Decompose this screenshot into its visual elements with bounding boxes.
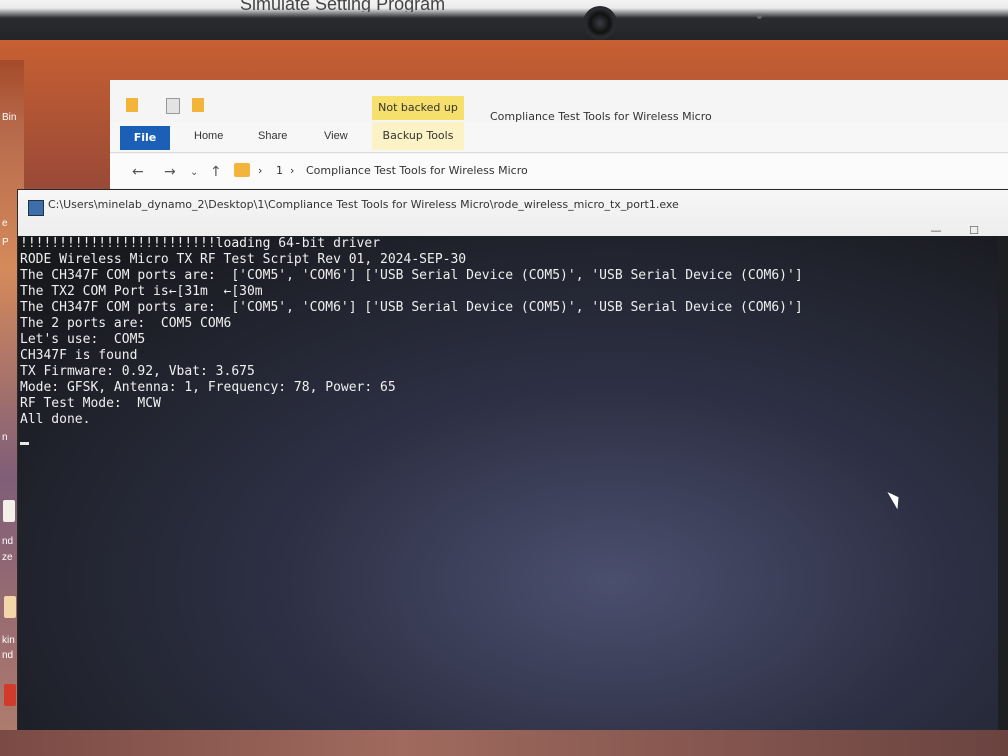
console-title-path: C:\Users\minelab_dynamo_2\Desktop\1\Comp… xyxy=(48,198,679,211)
folder-icon xyxy=(126,98,138,112)
desktop-label-e: e xyxy=(2,218,8,229)
desktop-label-nd2: nd xyxy=(2,650,14,661)
desktop-label-nd: nd xyxy=(2,536,14,547)
quick-access-toolbar: Not backed up Compliance Test Tools for … xyxy=(110,80,1008,123)
console-line: All done. xyxy=(20,412,91,427)
minimize-button[interactable]: — xyxy=(924,224,948,237)
camera-icon xyxy=(583,6,617,40)
console-line: !!!!!!!!!!!!!!!!!!!!!!!!!loading 64-bit … xyxy=(20,236,381,251)
address-bar[interactable]: ← → ⌄ ↑ › 1 › Compliance Test Tools for … xyxy=(110,154,1008,188)
forward-arrow-icon[interactable]: → xyxy=(164,164,176,180)
console-scrollbar[interactable] xyxy=(998,236,1008,730)
console-titlebar[interactable]: C:\Users\minelab_dynamo_2\Desktop\1\Comp… xyxy=(18,190,1008,239)
sensor-dot xyxy=(757,14,762,19)
new-folder-icon[interactable] xyxy=(192,98,204,112)
back-arrow-icon[interactable]: ← xyxy=(132,164,144,180)
tab-share[interactable]: Share xyxy=(258,130,287,142)
console-line: Mode: GFSK, Antenna: 1, Frequency: 78, P… xyxy=(20,380,396,395)
console-line: The 2 ports are: COM5 COM6 xyxy=(20,316,232,331)
console-line: RODE Wireless Micro TX RF Test Script Re… xyxy=(20,252,467,267)
tab-view[interactable]: View xyxy=(324,130,348,142)
console-line: The CH347F COM ports are: ['COM5', 'COM6… xyxy=(20,268,803,283)
desktop-file-icon[interactable] xyxy=(3,500,15,522)
ribbon-tabs: Home Share View xyxy=(110,122,1008,153)
bottom-bezel xyxy=(0,730,1008,756)
breadcrumb-separator: › xyxy=(258,164,263,177)
desktop-label-n: n xyxy=(2,432,8,443)
console-line: RF Test Mode: MCW xyxy=(20,396,161,411)
breadcrumb-separator-2: › xyxy=(290,164,295,177)
desktop-folder-icon[interactable] xyxy=(4,596,16,618)
desktop-label-ze: ze xyxy=(2,552,13,563)
breadcrumb-item-2[interactable]: Compliance Test Tools for Wireless Micro xyxy=(306,164,528,177)
tab-file[interactable]: File xyxy=(120,126,170,150)
recent-dropdown-icon[interactable]: ⌄ xyxy=(190,167,198,178)
console-window[interactable]: C:\Users\minelab_dynamo_2\Desktop\1\Comp… xyxy=(18,190,1008,730)
console-app-icon xyxy=(28,200,44,216)
console-line: TX Firmware: 0.92, Vbat: 3.675 xyxy=(20,364,255,379)
text-cursor xyxy=(20,442,29,445)
up-arrow-icon[interactable]: ↑ xyxy=(210,164,222,180)
console-output[interactable]: !!!!!!!!!!!!!!!!!!!!!!!!!loading 64-bit … xyxy=(18,236,1008,730)
desktop-acrobat-icon[interactable] xyxy=(4,684,16,706)
maximize-button[interactable]: ☐ xyxy=(962,224,986,237)
desktop-label-kin: kin xyxy=(2,635,15,646)
console-line: The CH347F COM ports are: ['COM5', 'COM6… xyxy=(20,300,803,315)
tab-backup-tools[interactable]: Backup Tools xyxy=(372,122,464,150)
breadcrumb-item-1[interactable]: 1 xyxy=(276,164,283,177)
backup-status-badge[interactable]: Not backed up xyxy=(372,96,464,120)
console-line: Let's use: COM5 xyxy=(20,332,146,347)
breadcrumb-folder-icon xyxy=(234,163,250,177)
properties-icon[interactable] xyxy=(166,98,180,114)
console-line: The TX2 COM Port is←[31m ←[30m xyxy=(20,284,263,299)
desktop-label-p: P xyxy=(2,237,9,248)
file-explorer-window: Not backed up Compliance Test Tools for … xyxy=(110,80,1008,200)
console-line: CH347F is found xyxy=(20,348,138,363)
tab-home[interactable]: Home xyxy=(194,130,223,142)
desktop-label-bin[interactable]: Bin xyxy=(2,112,16,123)
